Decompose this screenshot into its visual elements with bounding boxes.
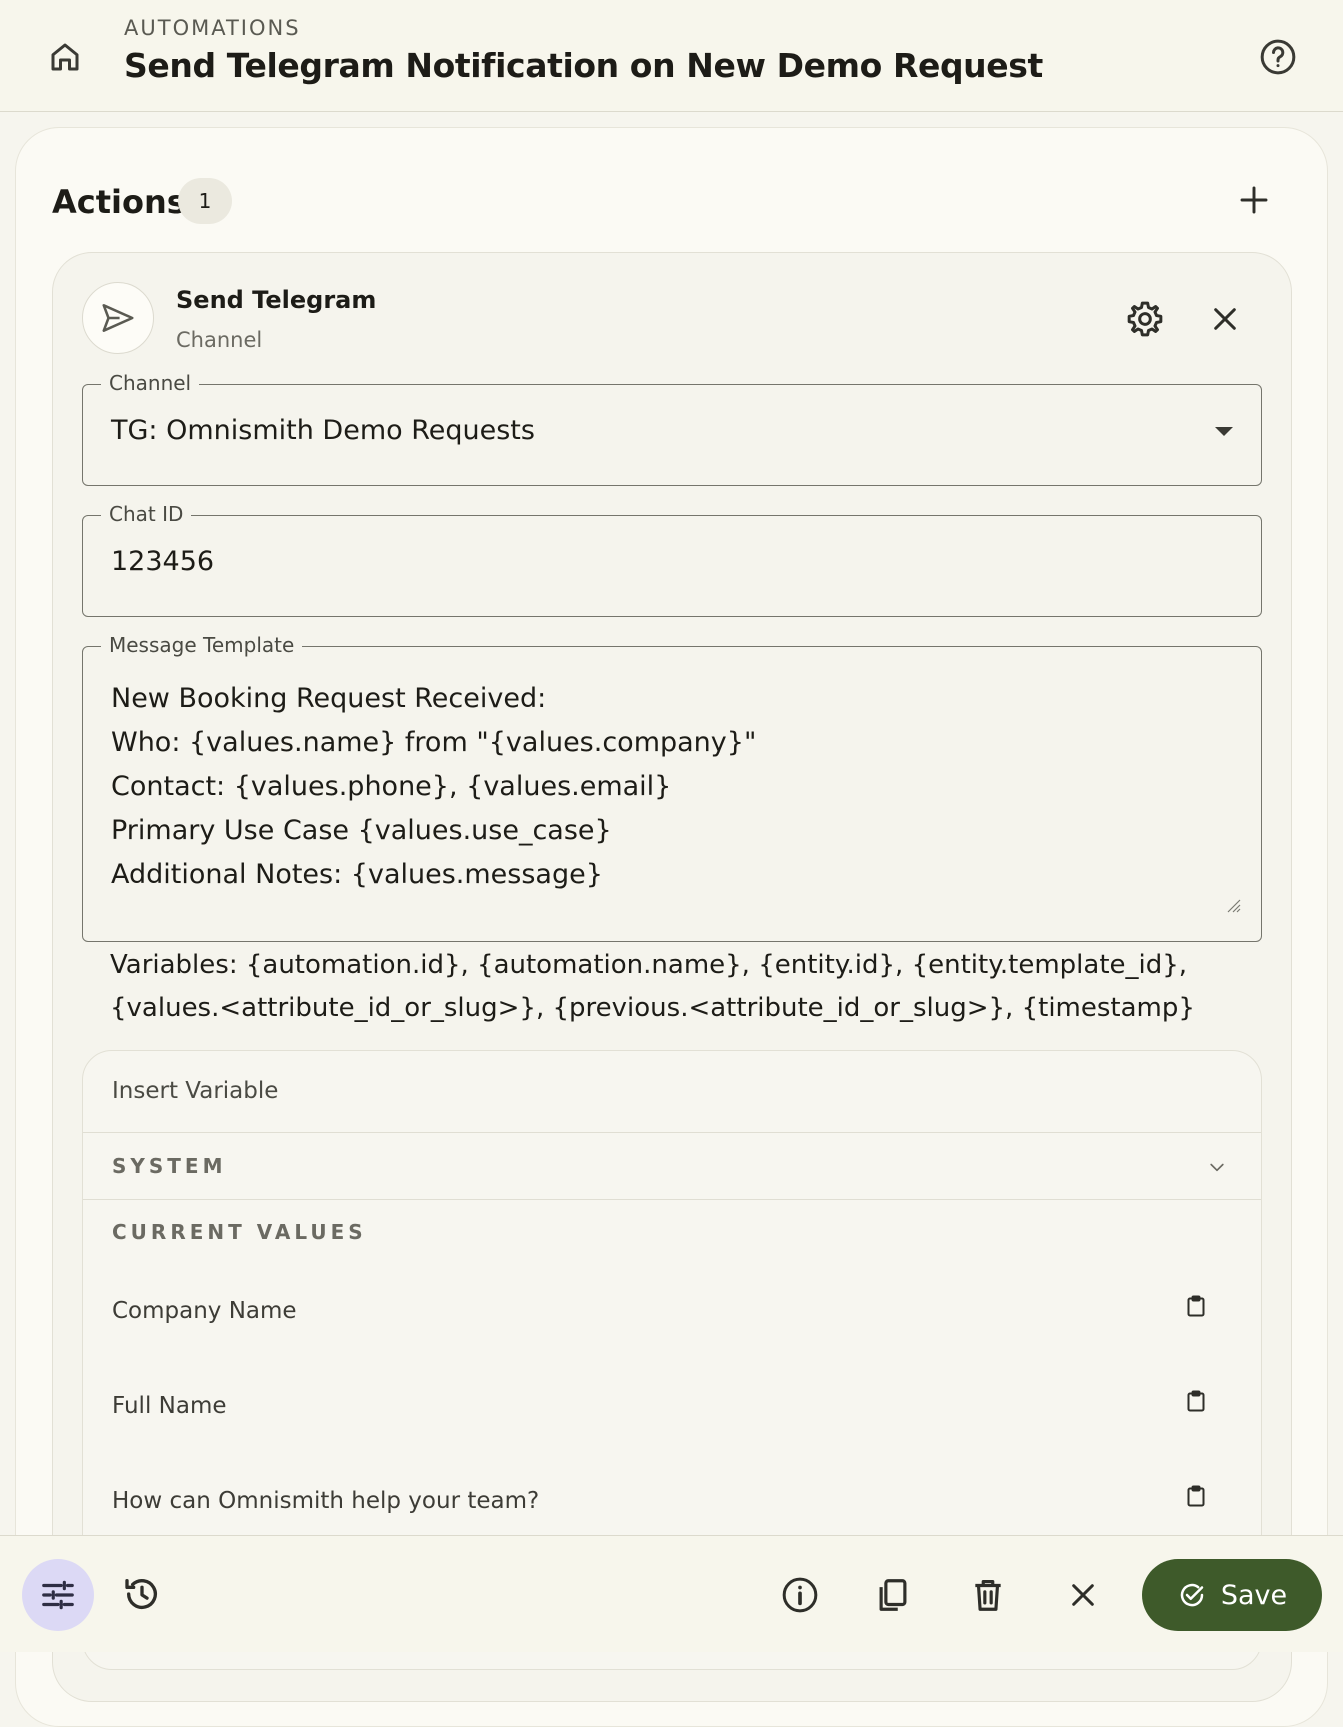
breadcrumb[interactable]: AUTOMATIONS [124, 16, 301, 40]
chevron-down-icon [1210, 1163, 1224, 1172]
message-line: Primary Use Case {values.use_case} [111, 815, 612, 846]
copy-icon [879, 1579, 907, 1611]
actions-heading: Actions [52, 183, 186, 221]
chat-id-field[interactable]: Chat ID 123456 [82, 500, 1262, 617]
help-circle-icon [1260, 39, 1296, 75]
variable-item-company-name[interactable]: Company Name [112, 1298, 297, 1324]
gear-icon [1127, 301, 1163, 337]
close-icon [1072, 1584, 1094, 1606]
section-system[interactable]: SYSTEM [112, 1154, 227, 1178]
tune-icon [42, 1580, 74, 1610]
actions-count-badge: 1 [178, 178, 232, 224]
insert-variable-label: Insert Variable [112, 1078, 279, 1104]
copy-variable-button[interactable] [1180, 1480, 1212, 1512]
remove-action-button[interactable] [1202, 296, 1248, 342]
variables-hint: Variables: {automation.id}, {automation.… [110, 950, 1195, 1023]
duplicate-button[interactable] [868, 1570, 918, 1620]
section-current-values: CURRENT VALUES [112, 1220, 367, 1244]
save-label: Save [1220, 1579, 1288, 1611]
channel-select[interactable]: Channel TG: Omnismith Demo Requests [82, 369, 1262, 486]
variable-item-help-team[interactable]: How can Omnismith help your team? [112, 1488, 539, 1514]
check-circle-icon [1180, 1583, 1204, 1607]
automation-settings-button[interactable] [22, 1559, 94, 1631]
chat-id-label: Chat ID [101, 500, 192, 528]
info-icon [782, 1577, 818, 1613]
action-settings-button[interactable] [1122, 296, 1168, 342]
action-title: Send Telegram [176, 286, 377, 314]
divider [83, 1132, 1261, 1133]
action-avatar [82, 282, 154, 354]
resize-grip-icon[interactable] [1225, 897, 1241, 913]
dropdown-arrow-icon [1215, 427, 1233, 436]
message-line: New Booking Request Received: [111, 683, 547, 714]
clipboard-icon [1187, 1485, 1205, 1507]
message-template-label: Message Template [101, 631, 303, 659]
message-line: Who: {values.name} from "{values.company… [111, 727, 757, 758]
copy-variable-button[interactable] [1180, 1290, 1212, 1322]
info-button[interactable] [775, 1570, 825, 1620]
add-action-button[interactable] [1230, 176, 1278, 224]
save-button[interactable]: Save [1142, 1559, 1322, 1631]
chat-id-value: 123456 [111, 546, 215, 577]
section-system-toggle[interactable] [1204, 1154, 1230, 1180]
send-icon [102, 304, 134, 332]
channel-label: Channel [101, 369, 200, 397]
cancel-button[interactable] [1058, 1570, 1108, 1620]
message-line: Additional Notes: {values.message} [111, 859, 603, 890]
plus-icon [1240, 186, 1268, 214]
channel-value: TG: Omnismith Demo Requests [111, 415, 535, 446]
help-button[interactable] [1253, 32, 1303, 82]
close-icon [1214, 308, 1236, 330]
history-icon [125, 1579, 157, 1610]
history-button[interactable] [118, 1570, 166, 1618]
message-line: Contact: {values.phone}, {values.email} [111, 771, 672, 802]
variable-item-full-name[interactable]: Full Name [112, 1393, 227, 1419]
trash-icon [975, 1579, 1001, 1611]
divider [83, 1199, 1261, 1200]
top-app-bar: AUTOMATIONS Send Telegram Notification o… [0, 0, 1343, 112]
clipboard-icon [1187, 1295, 1205, 1317]
clipboard-icon [1187, 1390, 1205, 1412]
page-title: Send Telegram Notification on New Demo R… [124, 46, 1043, 85]
message-template-textarea[interactable]: Message Template New Booking Request Rec… [82, 631, 1262, 942]
home-icon [51, 43, 79, 71]
home-button[interactable] [40, 32, 90, 82]
action-subtitle: Channel [176, 328, 263, 352]
message-template-text: New Booking Request Received: Who: {valu… [111, 677, 756, 897]
delete-button[interactable] [963, 1570, 1013, 1620]
copy-variable-button[interactable] [1180, 1385, 1212, 1417]
